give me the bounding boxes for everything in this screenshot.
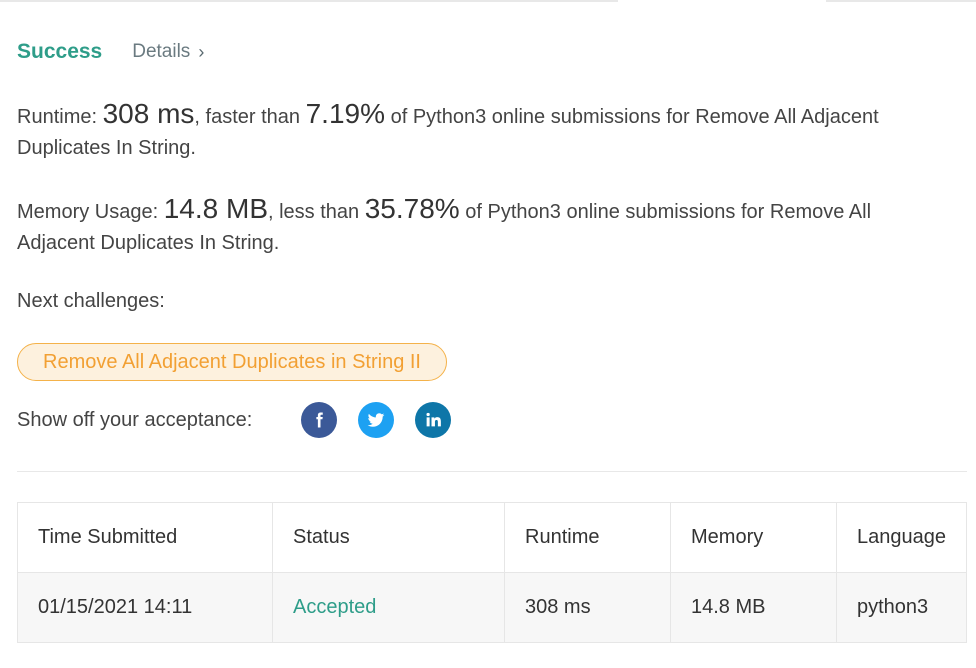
- share-label: Show off your acceptance:: [17, 408, 253, 431]
- memory-connector: , less than: [268, 201, 360, 223]
- runtime-percent: 7.19%: [305, 98, 386, 129]
- cell-runtime: 308 ms: [504, 572, 671, 643]
- top-border-right: [826, 0, 976, 2]
- section-divider: [17, 471, 967, 472]
- linkedin-icon: [426, 412, 441, 427]
- linkedin-share-button[interactable]: [415, 402, 451, 438]
- facebook-icon: [316, 412, 323, 428]
- share-row: Show off your acceptance:: [17, 402, 472, 438]
- details-link[interactable]: Details ›: [132, 41, 204, 63]
- header-runtime: Runtime: [504, 502, 671, 573]
- cell-language: python3: [836, 572, 967, 643]
- next-challenges-label: Next challenges:: [17, 290, 165, 312]
- memory-value: 14.8 MB: [163, 193, 268, 224]
- top-border: [0, 0, 976, 2]
- result-header: Success Details ›: [17, 36, 204, 68]
- header-language: Language: [836, 502, 967, 573]
- runtime-label: Runtime:: [17, 106, 98, 128]
- runtime-stat: Runtime: 308 ms, faster than 7.19% of Py…: [17, 98, 937, 164]
- cell-memory: 14.8 MB: [670, 572, 837, 643]
- chevron-right-icon: ›: [198, 41, 205, 62]
- next-challenge-link[interactable]: Remove All Adjacent Duplicates in String…: [17, 343, 447, 381]
- header-time-submitted: Time Submitted: [17, 502, 273, 573]
- twitter-icon: [367, 413, 385, 427]
- table-row[interactable]: 01/15/2021 14:11 Accepted 308 ms 14.8 MB…: [17, 572, 967, 643]
- top-border-left: [0, 0, 618, 2]
- memory-percent: 35.78%: [364, 193, 460, 224]
- submissions-table: Time Submitted Status Runtime Memory Lan…: [17, 502, 967, 643]
- twitter-share-button[interactable]: [358, 402, 394, 438]
- table-header-row: Time Submitted Status Runtime Memory Lan…: [17, 502, 967, 573]
- header-status: Status: [272, 502, 505, 573]
- runtime-value: 308 ms: [102, 98, 195, 129]
- details-label: Details: [132, 41, 191, 62]
- header-memory: Memory: [670, 502, 837, 573]
- cell-time-submitted: 01/15/2021 14:11: [17, 572, 273, 643]
- cell-status-link[interactable]: Accepted: [272, 572, 505, 643]
- facebook-share-button[interactable]: [301, 402, 337, 438]
- runtime-connector: , faster than: [194, 106, 301, 128]
- memory-label: Memory Usage:: [17, 201, 159, 223]
- memory-stat: Memory Usage: 14.8 MB, less than 35.78% …: [17, 193, 937, 259]
- success-title: Success: [17, 40, 103, 63]
